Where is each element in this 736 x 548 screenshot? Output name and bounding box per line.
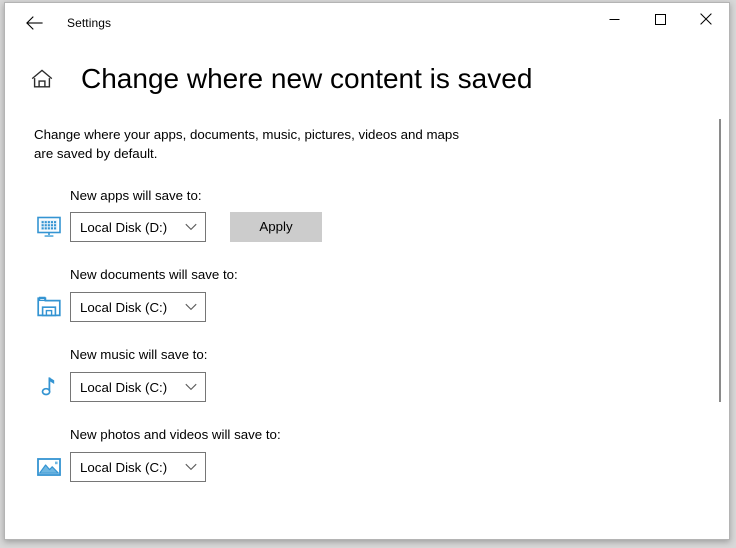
close-button[interactable] — [683, 3, 729, 35]
setting-label-apps: New apps will save to: — [70, 187, 202, 203]
music-location-dropdown[interactable]: Local Disk (C:) — [70, 372, 206, 403]
content-area: Change where your apps, documents, music… — [5, 125, 729, 483]
home-icon — [31, 69, 53, 88]
setting-group-music: New music will save to: Local Disk (C:) — [34, 347, 705, 403]
page-title: Change where new content is saved — [81, 62, 533, 94]
picture-icon — [36, 454, 62, 480]
close-icon — [700, 13, 712, 25]
setting-row-apps: Local Disk (D:) Apply — [34, 211, 705, 243]
setting-row-documents: Local Disk (C:) — [34, 291, 705, 323]
page-description: Change where your apps, documents, music… — [34, 127, 459, 162]
chevron-down-icon — [185, 221, 197, 233]
minimize-button[interactable] — [591, 3, 637, 35]
chevron-down-icon — [185, 461, 197, 473]
setting-row-photos-videos: Local Disk (C:) — [34, 451, 705, 483]
maximize-icon — [654, 13, 666, 25]
chevron-down-icon — [185, 301, 197, 313]
setting-group-documents: New documents will save to: Local Disk (… — [34, 267, 705, 323]
save-folder-icon — [36, 294, 62, 320]
home-button[interactable] — [29, 66, 55, 92]
music-location-value: Local Disk (C:) — [80, 379, 168, 395]
minimize-icon — [609, 18, 619, 20]
setting-label-documents: New documents will save to: — [70, 267, 238, 283]
back-arrow-icon — [25, 16, 43, 30]
apply-button[interactable]: Apply — [230, 212, 322, 243]
setting-label-music: New music will save to: — [70, 347, 208, 363]
documents-location-dropdown[interactable]: Local Disk (C:) — [70, 292, 206, 323]
maximize-button[interactable] — [637, 3, 683, 35]
page-header: Change where new content is saved — [5, 57, 729, 101]
photos-videos-location-value: Local Disk (C:) — [80, 459, 168, 475]
settings-window: Settings Change where new content is sav… — [4, 2, 730, 540]
monitor-icon — [36, 214, 62, 240]
setting-group-photos-videos: New photos and videos will save to: Loca… — [34, 427, 705, 483]
app-title: Settings — [67, 16, 112, 30]
documents-location-value: Local Disk (C:) — [80, 299, 168, 315]
setting-label-photos-videos: New photos and videos will save to: — [70, 427, 281, 443]
title-bar: Settings — [5, 3, 729, 43]
vertical-scrollbar[interactable] — [712, 43, 728, 539]
photos-videos-location-dropdown[interactable]: Local Disk (C:) — [70, 452, 206, 483]
back-button[interactable] — [11, 7, 57, 39]
apps-location-value: Local Disk (D:) — [80, 219, 168, 235]
setting-row-music: Local Disk (C:) — [34, 371, 705, 403]
scrollbar-thumb[interactable] — [719, 119, 721, 402]
window-controls — [591, 3, 729, 35]
setting-group-apps: New apps will save to: Local Disk (D:) A… — [34, 188, 705, 244]
music-note-icon — [36, 374, 62, 400]
apps-location-dropdown[interactable]: Local Disk (D:) — [70, 212, 206, 243]
chevron-down-icon — [185, 381, 197, 393]
